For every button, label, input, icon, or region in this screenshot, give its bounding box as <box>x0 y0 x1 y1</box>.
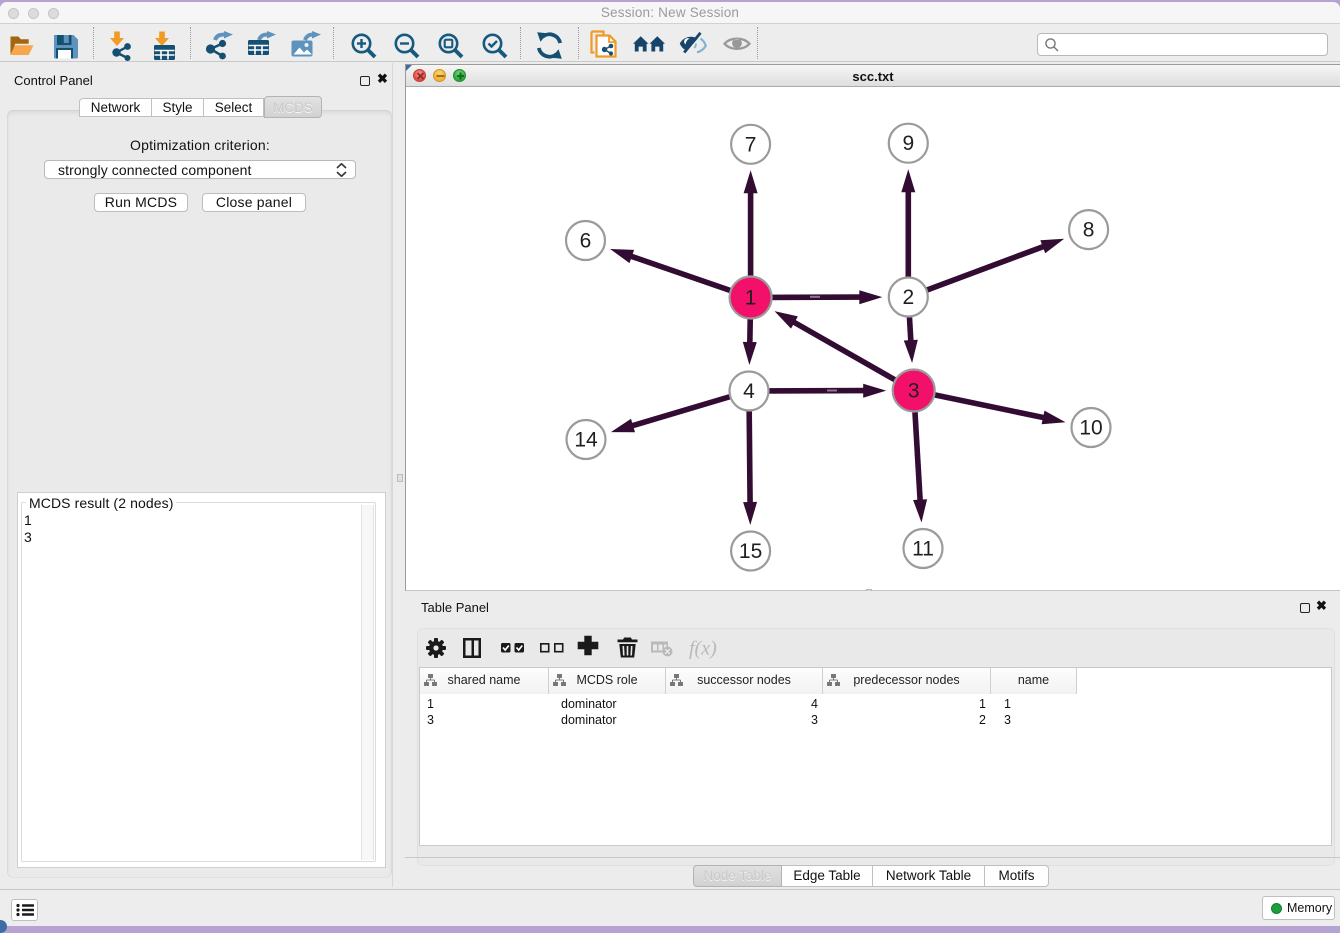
svg-text:8: 8 <box>1083 219 1095 242</box>
svg-text:4: 4 <box>743 380 755 403</box>
svg-text:6: 6 <box>580 230 592 253</box>
svg-text:10: 10 <box>1079 417 1102 440</box>
svg-text:14: 14 <box>574 429 598 452</box>
svg-text:9: 9 <box>902 132 914 155</box>
svg-text:f(x): f(x) <box>689 638 717 660</box>
svg-text:3: 3 <box>908 380 920 403</box>
svg-text:7: 7 <box>745 133 757 156</box>
svg-text:15: 15 <box>739 540 762 563</box>
svg-text:11: 11 <box>912 538 934 561</box>
svg-text:1: 1 <box>745 287 757 310</box>
svg-text:2: 2 <box>902 286 914 309</box>
